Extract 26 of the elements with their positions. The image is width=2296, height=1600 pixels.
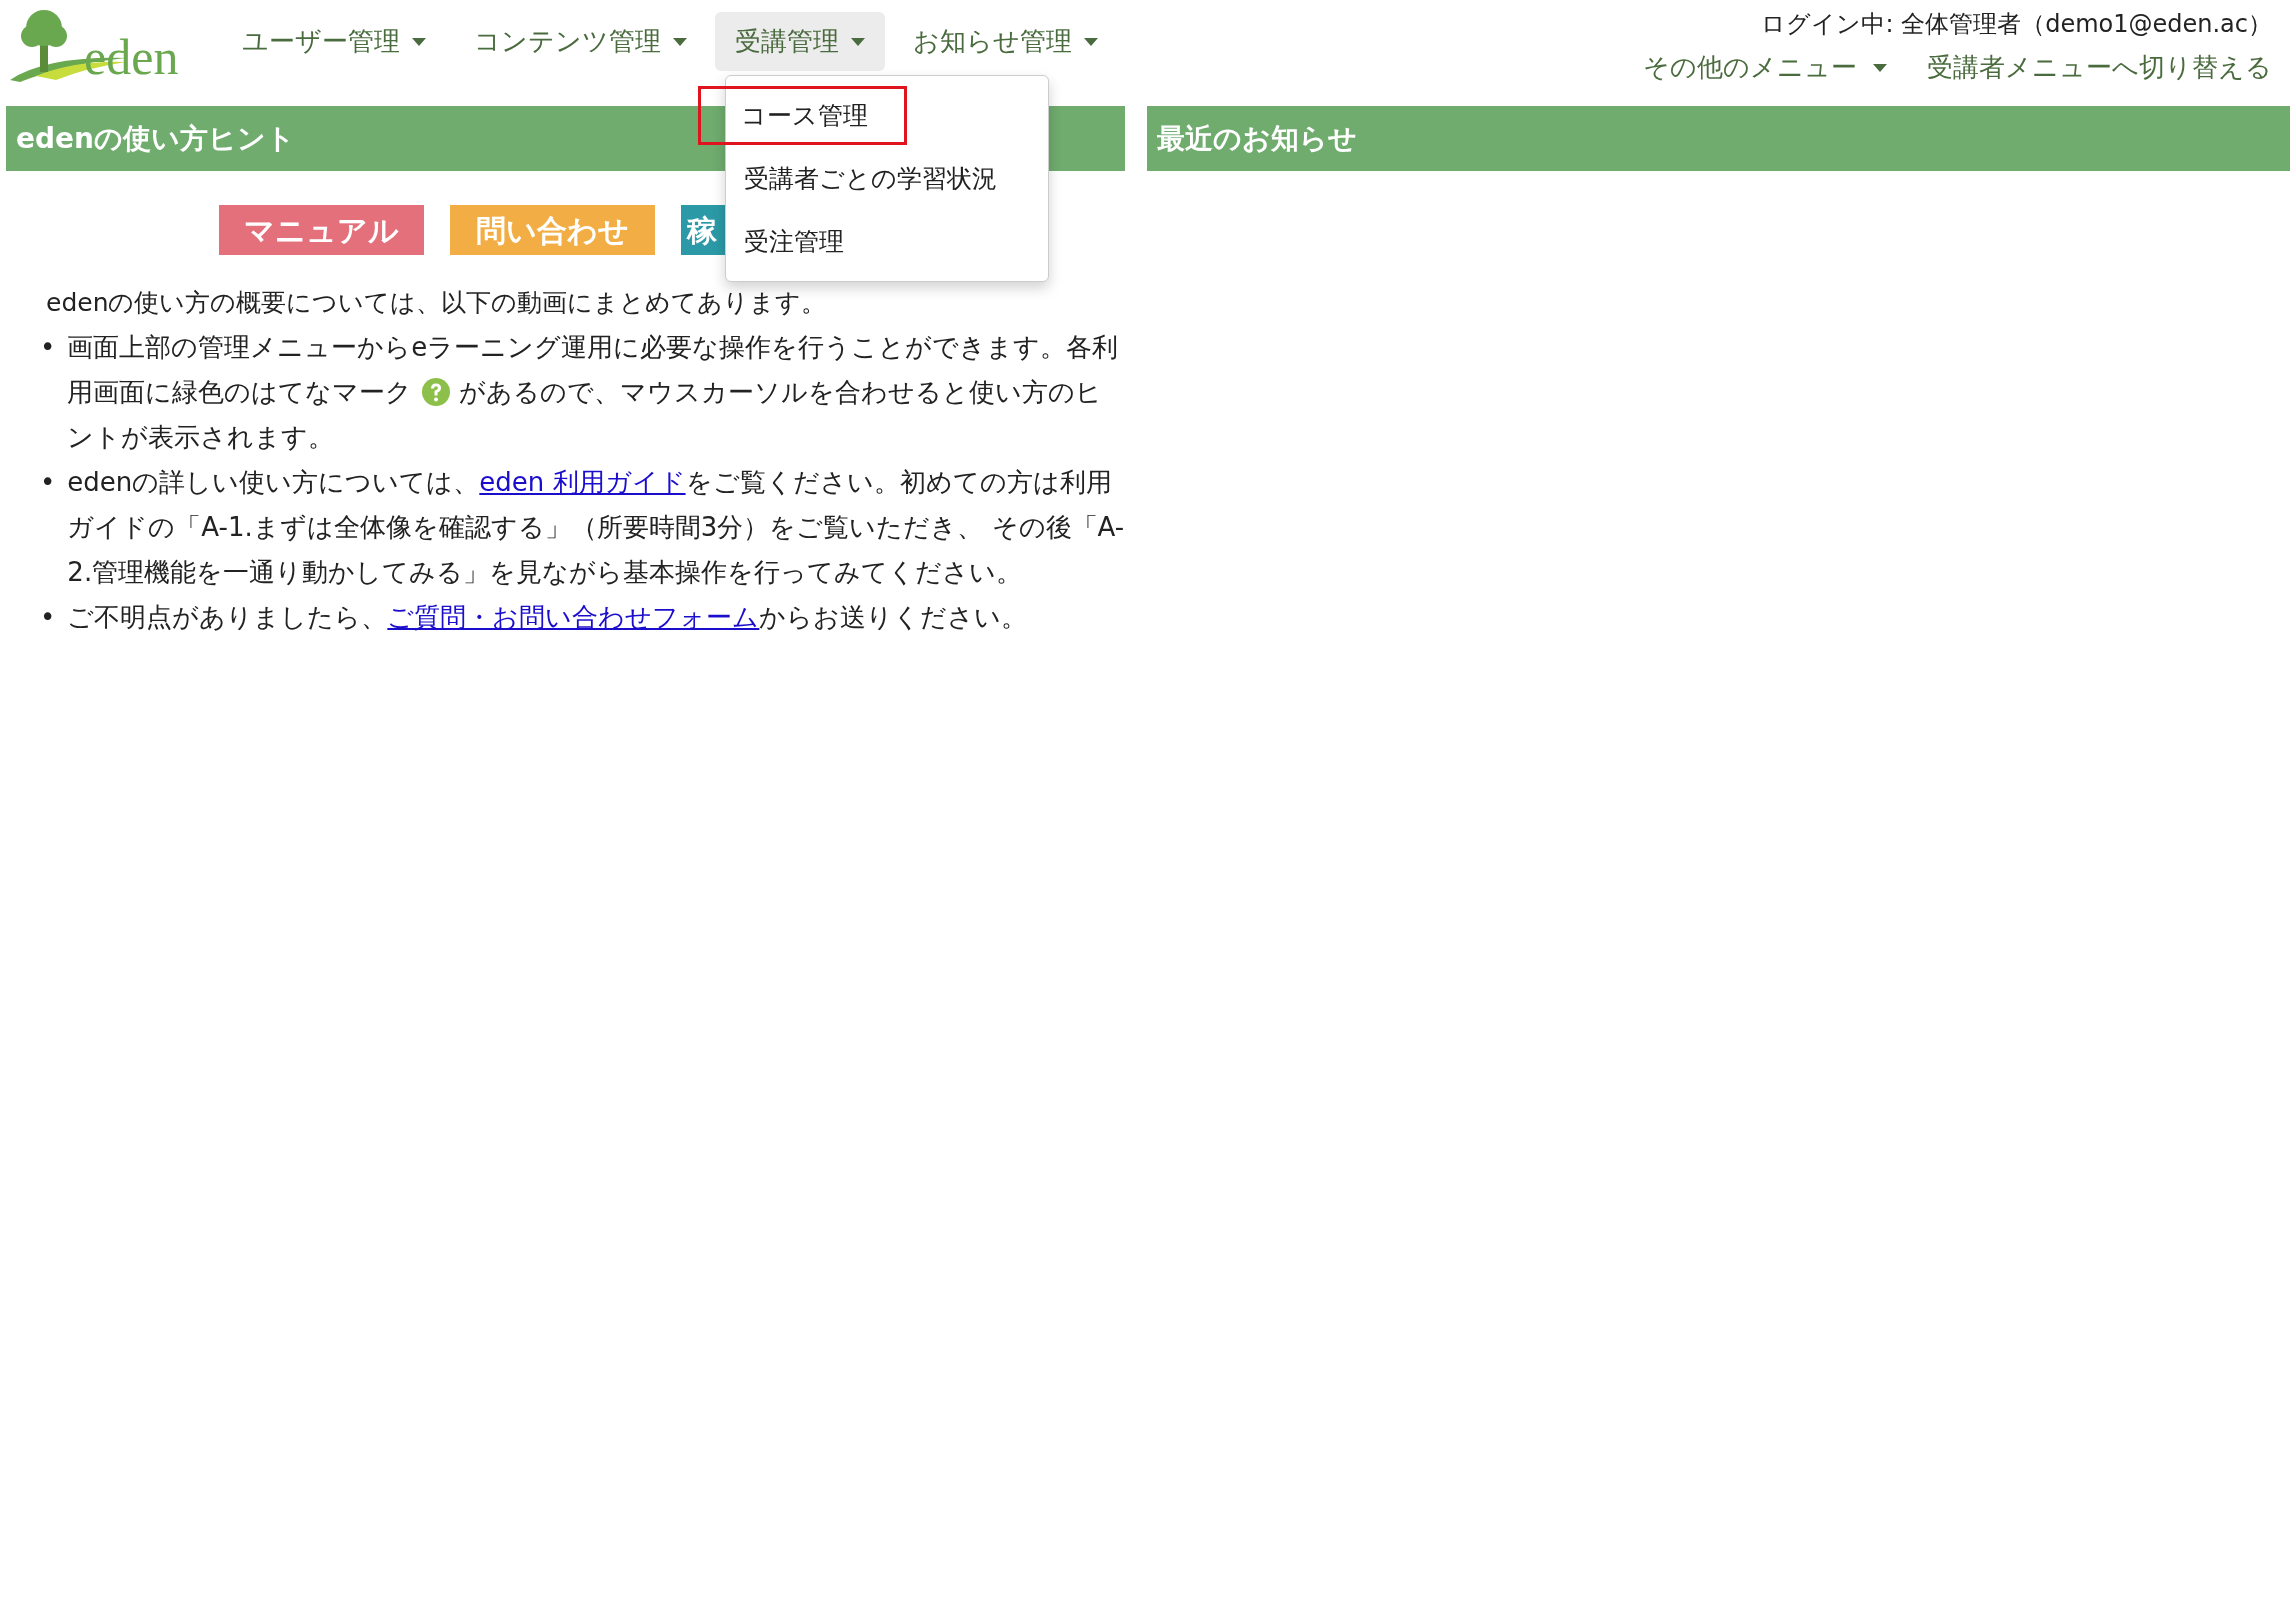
link[interactable]: eden 利用ガイド: [479, 467, 686, 497]
login-status: ログイン中: 全体管理者（demo1@eden.ac）: [1761, 9, 2272, 40]
other-menu-dropdown[interactable]: その他のメニュー: [1643, 50, 1887, 85]
bullet-text: edenの詳しい使い方については、eden 利用ガイド をご覧ください。初めての方は利用ガイドの「A-1.まずは全体像を確認する」（所要時間3分）をご覧いただき、 その後「A-2.管理機能を一通り動かしてみる」を見ながら基本操作を行ってみてください。: [67, 466, 1125, 589]
bullet-marker: •: [40, 601, 56, 634]
section-header: 最近のお知らせ: [1147, 106, 2290, 171]
nav-menu-tab[interactable]: ユーザー管理: [222, 12, 446, 71]
bullet-text: 画面上部の管理メニューからeラーニング運用に必要な操作を行うことができます。各利用画面に緑色のはてなマーク があるので、マウスカーソルを合わせると使い方のヒントが表示されます。: [67, 331, 1120, 454]
caret-icon: [1873, 63, 1887, 72]
caret-icon: [673, 37, 687, 46]
bullet-marker: •: [40, 331, 56, 364]
link[interactable]: ご質問・お問い合わせフォーム: [387, 602, 760, 632]
intro-text: edenの使い方の概要については、以下の動画にまとめてあります。: [46, 287, 828, 319]
bullet-marker: •: [40, 466, 56, 499]
bullet-text: ご不明点がありましたら、ご質問・お問い合わせフォームからお送りください。: [67, 601, 1028, 634]
caret-icon: [851, 37, 865, 46]
dropdown-item[interactable]: コース管理: [698, 86, 907, 145]
nav-menu-tab[interactable]: お知らせ管理: [893, 12, 1118, 71]
help-icon: [420, 376, 451, 407]
caret-icon: [1084, 37, 1098, 46]
nav-menu-tab[interactable]: コンテンツ管理: [454, 12, 707, 71]
switch-menu-link[interactable]: 受講者メニューへ切り替える: [1927, 50, 2272, 85]
caret-icon: [412, 37, 426, 46]
dropdown-item[interactable]: 受注管理: [726, 212, 862, 271]
image-button[interactable]: マニュアル: [219, 205, 424, 255]
nav-menu-tab[interactable]: 受講管理: [715, 12, 885, 71]
